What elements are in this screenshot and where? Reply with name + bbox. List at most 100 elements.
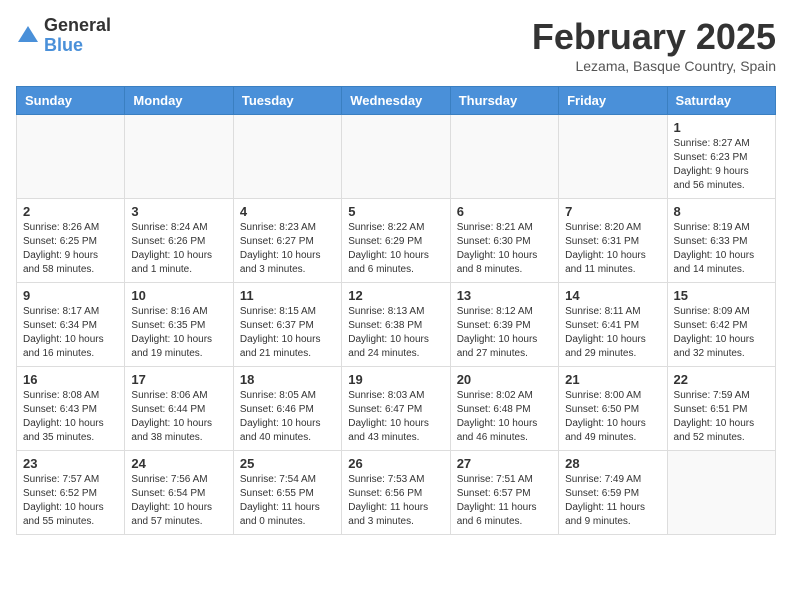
day-number: 19	[348, 372, 443, 387]
calendar-week-row: 1 Sunrise: 8:27 AM Sunset: 6:23 PM Daylig…	[17, 115, 776, 199]
calendar-cell	[667, 451, 775, 535]
day-number: 11	[240, 288, 335, 303]
day-info: Sunrise: 8:15 AM Sunset: 6:37 PM Dayligh…	[240, 305, 335, 361]
calendar-cell: 15 Sunrise: 8:09 AM Sunset: 6:42 PM Dayli…	[667, 283, 775, 367]
day-number: 6	[457, 204, 552, 219]
day-number: 28	[565, 456, 660, 471]
day-info: Sunrise: 8:09 AM Sunset: 6:42 PM Dayligh…	[674, 305, 769, 361]
calendar-cell	[342, 115, 450, 199]
day-info: Sunrise: 8:23 AM Sunset: 6:27 PM Dayligh…	[240, 221, 335, 277]
logo-text: General Blue	[44, 16, 111, 56]
day-number: 16	[23, 372, 118, 387]
day-info: Sunrise: 8:13 AM Sunset: 6:38 PM Dayligh…	[348, 305, 443, 361]
day-number: 1	[674, 120, 769, 135]
day-info: Sunrise: 7:59 AM Sunset: 6:51 PM Dayligh…	[674, 389, 769, 445]
calendar-cell: 23 Sunrise: 7:57 AM Sunset: 6:52 PM Dayli…	[17, 451, 125, 535]
day-info: Sunrise: 8:21 AM Sunset: 6:30 PM Dayligh…	[457, 221, 552, 277]
calendar-cell: 10 Sunrise: 8:16 AM Sunset: 6:35 PM Dayli…	[125, 283, 233, 367]
day-number: 20	[457, 372, 552, 387]
weekday-header-saturday: Saturday	[667, 87, 775, 115]
page-header: General Blue February 2025 Lezama, Basqu…	[16, 16, 776, 74]
day-info: Sunrise: 8:22 AM Sunset: 6:29 PM Dayligh…	[348, 221, 443, 277]
title-block: February 2025 Lezama, Basque Country, Sp…	[532, 16, 776, 74]
calendar-cell: 28 Sunrise: 7:49 AM Sunset: 6:59 PM Dayli…	[559, 451, 667, 535]
day-number: 23	[23, 456, 118, 471]
day-info: Sunrise: 7:49 AM Sunset: 6:59 PM Dayligh…	[565, 473, 660, 529]
day-info: Sunrise: 8:05 AM Sunset: 6:46 PM Dayligh…	[240, 389, 335, 445]
calendar-week-row: 2 Sunrise: 8:26 AM Sunset: 6:25 PM Daylig…	[17, 199, 776, 283]
calendar-cell: 20 Sunrise: 8:02 AM Sunset: 6:48 PM Dayli…	[450, 367, 558, 451]
calendar-cell: 18 Sunrise: 8:05 AM Sunset: 6:46 PM Dayli…	[233, 367, 341, 451]
day-info: Sunrise: 8:12 AM Sunset: 6:39 PM Dayligh…	[457, 305, 552, 361]
day-number: 2	[23, 204, 118, 219]
calendar-cell: 16 Sunrise: 8:08 AM Sunset: 6:43 PM Dayli…	[17, 367, 125, 451]
day-number: 22	[674, 372, 769, 387]
day-number: 21	[565, 372, 660, 387]
calendar-cell: 21 Sunrise: 8:00 AM Sunset: 6:50 PM Dayli…	[559, 367, 667, 451]
day-number: 15	[674, 288, 769, 303]
calendar-week-row: 9Sunrise: 8:17 AM Sunset: 6:34 PM Daylig…	[17, 283, 776, 367]
calendar-cell: 2 Sunrise: 8:26 AM Sunset: 6:25 PM Daylig…	[17, 199, 125, 283]
calendar-week-row: 23 Sunrise: 7:57 AM Sunset: 6:52 PM Dayli…	[17, 451, 776, 535]
day-number: 10	[131, 288, 226, 303]
day-info: Sunrise: 8:17 AM Sunset: 6:34 PM Dayligh…	[23, 305, 118, 361]
weekday-header-row: SundayMondayTuesdayWednesdayThursdayFrid…	[17, 87, 776, 115]
calendar-cell: 3 Sunrise: 8:24 AM Sunset: 6:26 PM Daylig…	[125, 199, 233, 283]
calendar-cell	[559, 115, 667, 199]
day-info: Sunrise: 8:16 AM Sunset: 6:35 PM Dayligh…	[131, 305, 226, 361]
day-number: 24	[131, 456, 226, 471]
weekday-header-sunday: Sunday	[17, 87, 125, 115]
day-info: Sunrise: 8:06 AM Sunset: 6:44 PM Dayligh…	[131, 389, 226, 445]
day-info: Sunrise: 8:24 AM Sunset: 6:26 PM Dayligh…	[131, 221, 226, 277]
day-info: Sunrise: 8:08 AM Sunset: 6:43 PM Dayligh…	[23, 389, 118, 445]
day-info: Sunrise: 7:57 AM Sunset: 6:52 PM Dayligh…	[23, 473, 118, 529]
calendar-cell: 1 Sunrise: 8:27 AM Sunset: 6:23 PM Daylig…	[667, 115, 775, 199]
calendar-cell: 26Sunrise: 7:53 AM Sunset: 6:56 PM Dayli…	[342, 451, 450, 535]
day-info: Sunrise: 8:26 AM Sunset: 6:25 PM Dayligh…	[23, 221, 118, 277]
day-number: 12	[348, 288, 443, 303]
calendar-cell: 13Sunrise: 8:12 AM Sunset: 6:39 PM Dayli…	[450, 283, 558, 367]
calendar-cell: 6 Sunrise: 8:21 AM Sunset: 6:30 PM Daylig…	[450, 199, 558, 283]
weekday-header-friday: Friday	[559, 87, 667, 115]
calendar-cell: 17 Sunrise: 8:06 AM Sunset: 6:44 PM Dayli…	[125, 367, 233, 451]
day-info: Sunrise: 8:00 AM Sunset: 6:50 PM Dayligh…	[565, 389, 660, 445]
month-title: February 2025	[532, 16, 776, 58]
logo: General Blue	[16, 16, 111, 56]
calendar-cell: 27 Sunrise: 7:51 AM Sunset: 6:57 PM Dayli…	[450, 451, 558, 535]
weekday-header-wednesday: Wednesday	[342, 87, 450, 115]
calendar-cell: 8 Sunrise: 8:19 AM Sunset: 6:33 PM Daylig…	[667, 199, 775, 283]
calendar-cell: 4 Sunrise: 8:23 AM Sunset: 6:27 PM Daylig…	[233, 199, 341, 283]
day-info: Sunrise: 7:51 AM Sunset: 6:57 PM Dayligh…	[457, 473, 552, 529]
calendar-cell: 5Sunrise: 8:22 AM Sunset: 6:29 PM Daylig…	[342, 199, 450, 283]
day-number: 3	[131, 204, 226, 219]
calendar-cell: 25 Sunrise: 7:54 AM Sunset: 6:55 PM Dayli…	[233, 451, 341, 535]
day-number: 4	[240, 204, 335, 219]
day-info: Sunrise: 8:20 AM Sunset: 6:31 PM Dayligh…	[565, 221, 660, 277]
day-number: 27	[457, 456, 552, 471]
day-info: Sunrise: 8:27 AM Sunset: 6:23 PM Dayligh…	[674, 137, 769, 193]
calendar-cell: 22 Sunrise: 7:59 AM Sunset: 6:51 PM Dayli…	[667, 367, 775, 451]
calendar-cell: 7 Sunrise: 8:20 AM Sunset: 6:31 PM Daylig…	[559, 199, 667, 283]
calendar-cell	[233, 115, 341, 199]
day-number: 17	[131, 372, 226, 387]
logo-icon	[16, 24, 40, 48]
weekday-header-tuesday: Tuesday	[233, 87, 341, 115]
day-info: Sunrise: 8:11 AM Sunset: 6:41 PM Dayligh…	[565, 305, 660, 361]
day-number: 25	[240, 456, 335, 471]
day-info: Sunrise: 8:02 AM Sunset: 6:48 PM Dayligh…	[457, 389, 552, 445]
calendar-cell	[450, 115, 558, 199]
day-info: Sunrise: 7:54 AM Sunset: 6:55 PM Dayligh…	[240, 473, 335, 529]
day-number: 7	[565, 204, 660, 219]
calendar-cell: 9Sunrise: 8:17 AM Sunset: 6:34 PM Daylig…	[17, 283, 125, 367]
day-number: 14	[565, 288, 660, 303]
day-number: 18	[240, 372, 335, 387]
logo-blue: Blue	[44, 36, 111, 56]
calendar-cell	[125, 115, 233, 199]
weekday-header-thursday: Thursday	[450, 87, 558, 115]
day-info: Sunrise: 8:19 AM Sunset: 6:33 PM Dayligh…	[674, 221, 769, 277]
day-info: Sunrise: 7:56 AM Sunset: 6:54 PM Dayligh…	[131, 473, 226, 529]
location: Lezama, Basque Country, Spain	[532, 58, 776, 74]
calendar-cell: 11 Sunrise: 8:15 AM Sunset: 6:37 PM Dayli…	[233, 283, 341, 367]
calendar-cell: 19Sunrise: 8:03 AM Sunset: 6:47 PM Dayli…	[342, 367, 450, 451]
day-number: 8	[674, 204, 769, 219]
